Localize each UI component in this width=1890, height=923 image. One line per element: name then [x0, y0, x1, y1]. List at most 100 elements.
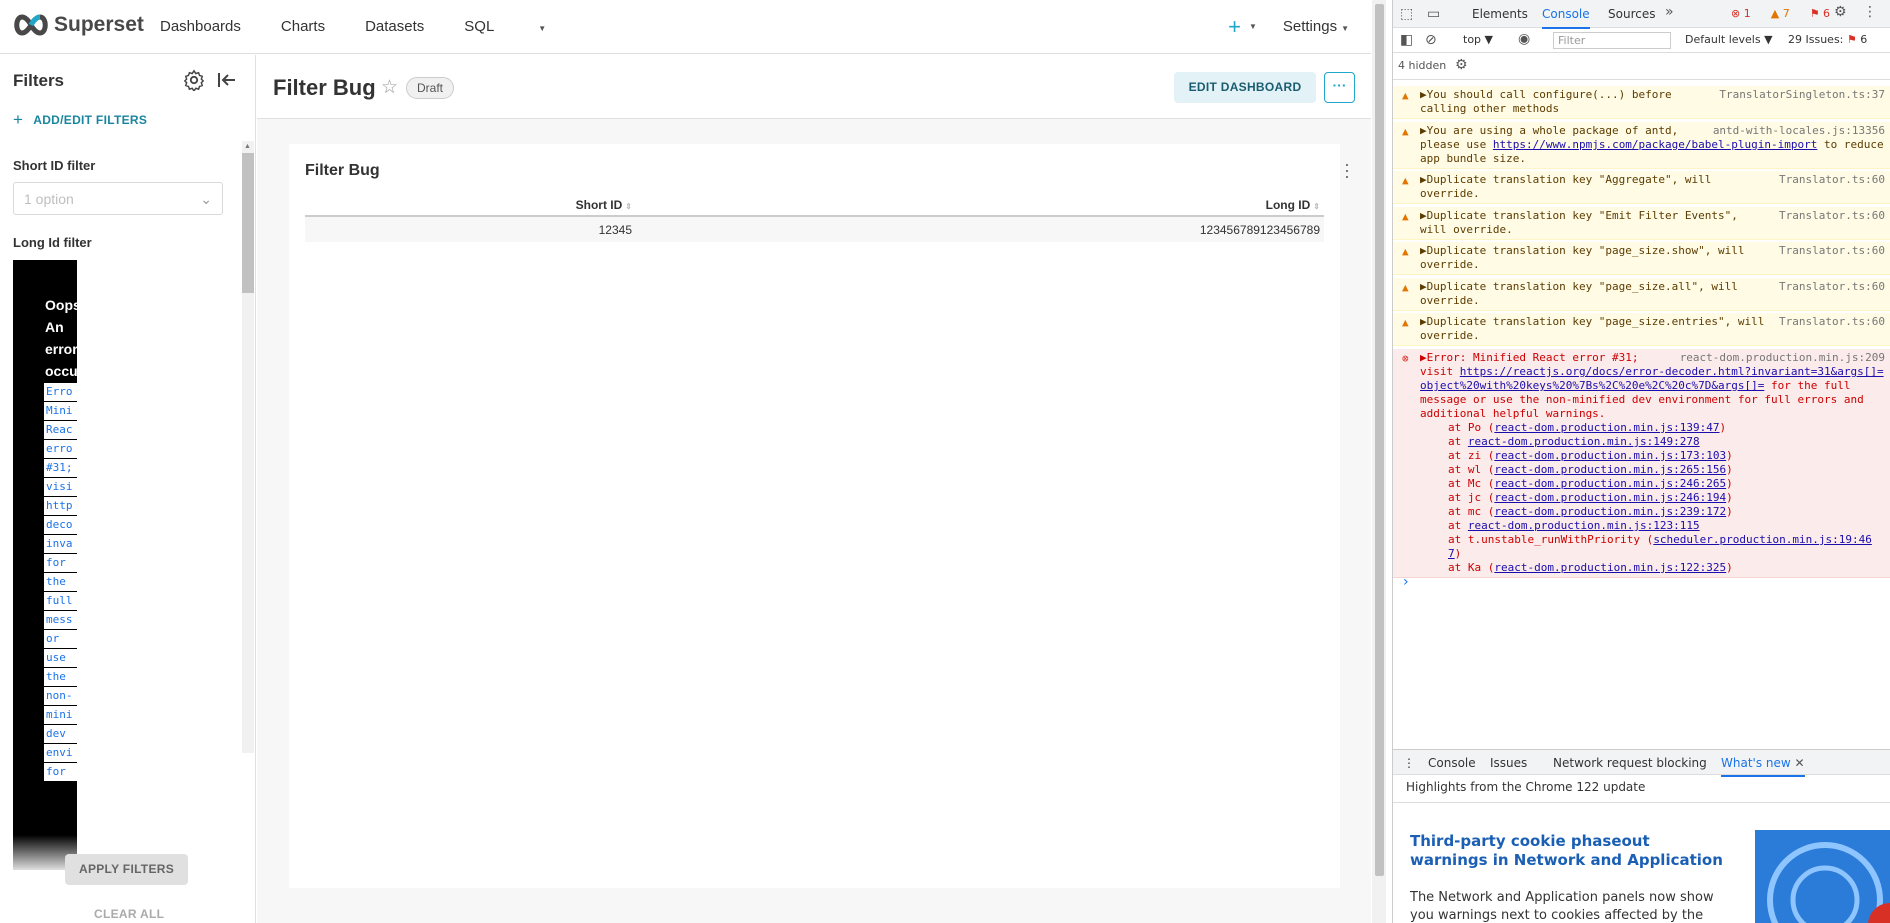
console-error[interactable]: ⊗ ▶Error: Minified React error #31; react-…	[1393, 349, 1890, 578]
inspect-element-icon[interactable]: ⬚	[1400, 6, 1413, 22]
console-settings-icon[interactable]: ⚙	[1455, 57, 1468, 73]
console-warning[interactable]: ▲ ▶You should call configure(...) before …	[1393, 86, 1890, 119]
drawer-tab-network-request-blocking[interactable]: Network request blocking	[1553, 756, 1707, 770]
message-source-link[interactable]: Translator.ts:60	[1773, 315, 1885, 329]
filters-scroll-thumb[interactable]	[242, 153, 254, 293]
console-warning[interactable]: ▲ ▶Duplicate translation key "page_size.a…	[1393, 278, 1890, 311]
console-filter-input[interactable]: Filter	[1553, 32, 1671, 49]
new-menu[interactable]: + ▼	[1228, 15, 1257, 37]
drawer-kebab-icon[interactable]: ⋮	[1403, 756, 1415, 770]
drawer-tab-issues[interactable]: Issues	[1490, 756, 1527, 770]
levels-select[interactable]: Default levels ▼	[1685, 33, 1773, 46]
console-warning[interactable]: ▲ ▶Duplicate translation key "page_size.s…	[1393, 242, 1890, 275]
stack-frame-link[interactable]: react-dom.production.min.js:139:47	[1494, 421, 1719, 434]
error-word: #31;	[44, 459, 77, 477]
stack-frame-link[interactable]: react-dom.production.min.js:265:156	[1494, 463, 1726, 476]
nav-dashboards[interactable]: Dashboards	[160, 18, 241, 35]
stack-frame-link[interactable]: react-dom.production.min.js:149:278	[1468, 435, 1700, 448]
column-header-label: Short ID	[575, 197, 623, 212]
stack-frame-text: )	[1719, 421, 1727, 434]
stack-frame-link[interactable]: react-dom.production.min.js:246:265	[1494, 477, 1726, 490]
settings-gear-icon[interactable]: ⚙	[1834, 4, 1847, 20]
edit-dashboard-button[interactable]: EDIT DASHBOARD	[1174, 72, 1316, 103]
message-text: visit	[1420, 365, 1460, 378]
console-prompt[interactable]: ›	[1403, 574, 1409, 590]
error-word: Mini	[44, 402, 77, 420]
short-id-filter-select[interactable]: 1 option ⌄	[13, 182, 223, 215]
hidden-count: 4 hidden	[1398, 59, 1447, 72]
error-word: the	[44, 573, 77, 591]
stack-frame-link[interactable]: react-dom.production.min.js:239:172	[1494, 505, 1726, 518]
add-edit-filters-button[interactable]: + ADD/EDIT FILTERS	[13, 110, 147, 130]
filter-sidebar: Filters + ADD/EDIT FILTERS ▲ Short ID fil…	[0, 55, 256, 923]
console-warning[interactable]: ▲ ▶You are using a whole package of antd,…	[1393, 122, 1890, 169]
drawer-tab-whats-new[interactable]: What's new ✕	[1721, 756, 1805, 777]
message-source-link[interactable]: Translator.ts:60	[1773, 280, 1885, 294]
stack-frame-text: at Po (	[1448, 421, 1495, 434]
error-word: visi	[44, 478, 77, 496]
stack-frame-link[interactable]: react-dom.production.min.js:122:325	[1494, 561, 1726, 574]
message-link[interactable]: https://www.npmjs.com/package/babel-plug…	[1493, 138, 1818, 151]
error-word: for	[44, 554, 77, 572]
error-word: for	[44, 763, 77, 781]
message-source-link[interactable]: TranslatorSingleton.ts:37	[1713, 88, 1885, 102]
clear-console-icon[interactable]: ⊘	[1425, 32, 1437, 48]
page-scroll-thumb[interactable]	[1375, 4, 1384, 876]
tab-elements[interactable]: Elements	[1472, 7, 1528, 21]
sidebar-toggle-icon[interactable]: ◧	[1400, 32, 1413, 48]
superset-app: Superset Dashboards Charts Datasets SQL ▼…	[0, 0, 1386, 923]
stack-frame-link[interactable]: react-dom.production.min.js:173:103	[1494, 449, 1726, 462]
console-warning[interactable]: ▲ ▶Duplicate translation key "Emit Filter…	[1393, 207, 1890, 240]
more-tabs-icon[interactable]: »	[1665, 4, 1674, 20]
superset-logo[interactable]: Superset	[12, 13, 144, 37]
clear-all-button[interactable]: CLEAR ALL	[94, 907, 164, 921]
device-toolbar-icon[interactable]: ▭	[1427, 6, 1440, 22]
stack-frame-text: at	[1448, 435, 1468, 448]
stack-frame-link[interactable]: react-dom.production.min.js:246:194	[1494, 491, 1726, 504]
console-warning[interactable]: ▲ ▶Duplicate translation key "page_size.e…	[1393, 313, 1890, 346]
more-options-button[interactable]: ···	[1324, 72, 1355, 103]
console-badges[interactable]: ⊗ 1 ▲ 7 ⚑ 6	[1731, 7, 1850, 20]
stack-frame-link[interactable]: react-dom.production.min.js:123:115	[1468, 519, 1700, 532]
scroll-up-icon[interactable]: ▲	[244, 143, 251, 150]
gear-icon[interactable]	[183, 69, 205, 91]
settings-menu[interactable]: Settings ▼	[1283, 18, 1349, 35]
message-source-link[interactable]: Translator.ts:60	[1773, 173, 1885, 187]
apply-filters-button[interactable]: APPLY FILTERS	[65, 854, 188, 885]
nav-sql[interactable]: SQL ▼	[464, 18, 586, 35]
message-source-link[interactable]: Translator.ts:60	[1773, 244, 1885, 258]
star-icon[interactable]: ☆	[381, 76, 398, 99]
message-source-link[interactable]: Translator.ts:60	[1773, 209, 1885, 223]
error-word: mess	[44, 611, 77, 629]
kebab-menu-icon[interactable]: ⋮	[1863, 4, 1877, 20]
dashboard-title[interactable]: Filter Bug	[273, 75, 376, 101]
stack-frame-text: at zi (	[1448, 449, 1495, 462]
issues-count[interactable]: 29 Issues: ⚑ 6	[1788, 33, 1867, 46]
collapse-left-icon[interactable]	[217, 70, 237, 90]
tab-sources[interactable]: Sources	[1608, 7, 1655, 21]
stack-frame: at mc (react-dom.production.min.js:239:1…	[1420, 505, 1885, 519]
sort-icon: ⇕	[1313, 201, 1320, 211]
kebab-menu-icon[interactable]: · · ·	[1344, 155, 1350, 185]
message-text: ▶Duplicate translation key "page_size.en…	[1420, 315, 1765, 342]
message-source-link[interactable]: antd-with-locales.js:13356	[1706, 124, 1885, 138]
message-text: ▶You should call configure(...) before c…	[1420, 88, 1672, 115]
whats-new-title[interactable]: Third-party cookie phaseout warnings in …	[1410, 832, 1730, 870]
column-header-long-id[interactable]: Long ID ⇕	[636, 194, 1324, 217]
tab-console[interactable]: Console	[1542, 7, 1590, 29]
close-icon[interactable]: ✕	[1795, 756, 1805, 770]
devtools-panel: ⬚ ▭ Elements Console Sources » ⊗ 1 ▲ 7 ⚑…	[1392, 0, 1890, 923]
eye-icon[interactable]: ◉	[1518, 31, 1530, 47]
plus-icon: +	[13, 110, 24, 129]
nav-charts[interactable]: Charts	[281, 18, 325, 35]
column-header-short-id[interactable]: Short ID ⇕	[305, 194, 636, 217]
message-text: ▶Duplicate translation key "page_size.sh…	[1420, 244, 1745, 271]
nav-datasets[interactable]: Datasets	[365, 18, 424, 35]
message-text: ▶Duplicate translation key "Emit Filter …	[1420, 209, 1738, 236]
error-count: 1	[1743, 7, 1751, 20]
message-source-link[interactable]: react-dom.production.min.js:209	[1673, 351, 1885, 365]
drawer-tab-console[interactable]: Console	[1428, 756, 1476, 770]
console-warning[interactable]: ▲ ▶Duplicate translation key "Aggregate",…	[1393, 171, 1890, 204]
brand-name: Superset	[54, 13, 144, 36]
context-select[interactable]: top ▼	[1463, 33, 1493, 46]
